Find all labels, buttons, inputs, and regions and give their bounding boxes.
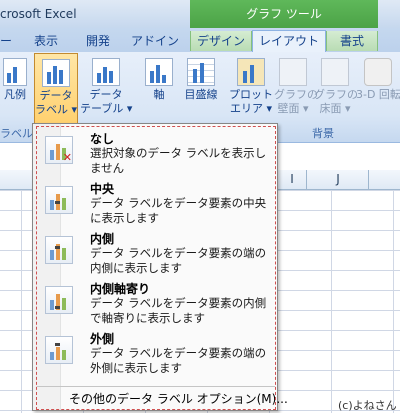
title-bar: crosoft Excel グラフ ツール xyxy=(0,0,400,30)
data-table-button[interactable]: データ テーブル ▾ xyxy=(80,56,132,122)
label-center-icon xyxy=(45,186,73,214)
tab-partial[interactable]: ー xyxy=(0,31,12,51)
menu-item-center[interactable]: 中央 データ ラベルをデータ要素の中央に表示します xyxy=(37,178,275,228)
data-labels-menu: ✕ なし 選択対象のデータ ラベルを表示しません 中央 データ ラベルをデータ要… xyxy=(32,123,288,411)
chart-wall-button[interactable]: グラフの 壁面 ▾ xyxy=(274,56,318,122)
group-label-labels: ラベル xyxy=(0,127,33,140)
chart-wall-icon xyxy=(279,58,307,86)
more-options-label: その他のデータ ラベル オプション(M)... xyxy=(69,392,288,406)
ribbon-tabs: ー 表示 開発 アドイン デザイン レイアウト 書式 xyxy=(0,28,400,53)
more-data-label-options[interactable]: その他のデータ ラベル オプション(M)... xyxy=(37,386,288,407)
menu-item-inside-base[interactable]: 内側軸寄り データ ラベルをデータ要素の内側で軸寄りに表示します xyxy=(37,278,275,328)
chart-floor-icon xyxy=(321,58,349,86)
label-none-icon: ✕ xyxy=(45,136,73,164)
menu-item-inside-end[interactable]: 内側 データ ラベルをデータ要素の端の内側に表示します xyxy=(37,228,275,278)
plot-area-icon xyxy=(237,58,265,86)
chart-floor-button[interactable]: グラフの 床面 ▾ xyxy=(314,56,358,122)
3d-rotation-icon xyxy=(364,58,392,86)
tab-layout[interactable]: レイアウト xyxy=(252,30,326,53)
column-header-i[interactable]: I xyxy=(276,170,307,189)
label-inside-end-icon xyxy=(45,236,73,264)
axes-icon xyxy=(145,58,173,86)
tab-format[interactable]: 書式 xyxy=(326,31,378,51)
axes-button[interactable]: 軸 xyxy=(142,56,176,122)
legend-icon xyxy=(3,58,27,86)
tab-design[interactable]: デザイン xyxy=(190,31,252,51)
credit-text: (c)よねさん xyxy=(338,399,397,412)
label-outside-end-icon xyxy=(45,336,73,364)
group-label-background: 背景 xyxy=(312,127,334,140)
3d-rotation-button[interactable]: 3-D 回転 xyxy=(356,56,400,122)
column-header-k[interactable] xyxy=(368,170,400,189)
gridlines-icon xyxy=(187,58,215,86)
tab-developer[interactable]: 開発 xyxy=(78,31,118,51)
app-title: crosoft Excel xyxy=(0,7,77,21)
tab-addins[interactable]: アドイン xyxy=(128,31,182,51)
menu-item-outside-end[interactable]: 外側 データ ラベルをデータ要素の端の外側に表示します xyxy=(37,328,275,378)
tab-view[interactable]: 表示 xyxy=(26,31,66,51)
label-inside-base-icon xyxy=(45,286,73,314)
plot-area-button[interactable]: プロット エリア ▾ xyxy=(228,56,274,122)
data-labels-button[interactable]: データ ラベル ▾ xyxy=(34,53,78,126)
legend-button[interactable]: 凡例 xyxy=(0,56,30,122)
chart-tools-header: グラフ ツール xyxy=(190,0,378,30)
gridlines-button[interactable]: 目盛線 xyxy=(180,56,222,122)
data-labels-icon xyxy=(42,59,70,87)
menu-item-none[interactable]: ✕ なし 選択対象のデータ ラベルを表示しません xyxy=(37,128,275,178)
data-table-icon xyxy=(92,58,120,86)
column-header-j[interactable]: J xyxy=(306,170,369,189)
